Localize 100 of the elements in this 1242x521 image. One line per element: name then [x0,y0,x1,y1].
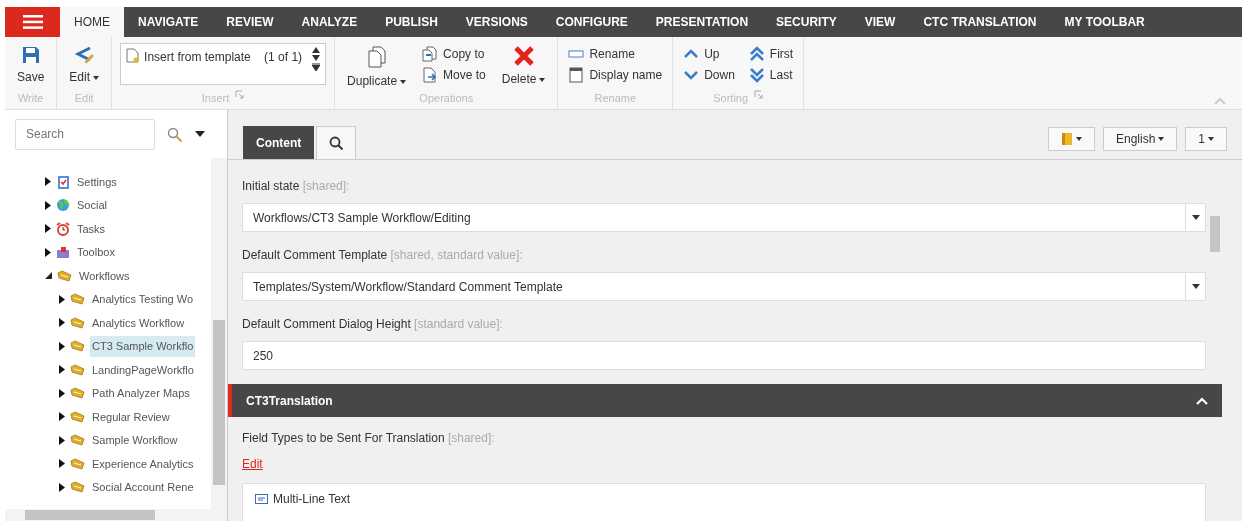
tree-item[interactable]: Analytics Workflow [90,312,187,333]
expand-arrow-icon[interactable] [59,412,65,422]
expand-arrow-icon[interactable] [59,294,65,304]
tree-item[interactable]: Path Analyzer Maps [90,383,192,404]
section-header[interactable]: CT3Translation [228,384,1222,417]
list-field[interactable]: Multi-Line Text [242,483,1206,521]
caret-icon [1158,137,1165,141]
scroll-down-icon [312,55,321,61]
section-title: CT3Translation [246,392,333,410]
ribbon-button[interactable]: Delete [497,43,550,88]
tree-item[interactable]: Toolbox [75,242,117,263]
ribbon-button[interactable]: Copy to [420,43,488,64]
input-field[interactable]: 250 [242,341,1206,370]
editor-tab[interactable]: Content [243,126,315,159]
expand-arrow-icon[interactable] [45,247,51,257]
folder-icon [70,316,85,329]
collapse-icon [1214,97,1226,105]
ribbon-tab[interactable]: MY TOOLBAR [1050,7,1159,37]
tree-item[interactable]: CT3 Sample Workflo [90,336,196,357]
ribbon-button[interactable]: Up [681,43,737,64]
tree-item[interactable]: Sample Workflow [90,430,180,451]
ribbon-tab[interactable]: NAVIGATE [124,7,213,37]
ribbon-tab[interactable]: HOME [60,7,124,37]
ribbon-button[interactable]: Save [13,43,49,86]
expand-arrow-icon[interactable] [59,435,65,445]
tree-item[interactable]: LandingPageWorkflo [90,359,196,380]
dropdown-icon [195,131,205,137]
ribbon-button[interactable]: Move to [420,64,488,85]
field-label: Default Comment Template [shared, standard value]: [242,247,524,264]
edit-link[interactable]: Edit [242,455,263,473]
dropdown-button[interactable]: English [1102,127,1178,151]
tree-item[interactable]: Social [75,195,109,216]
dropdown-button[interactable]: 1 [1185,127,1227,151]
menu-button[interactable] [5,7,60,37]
search-button[interactable] [167,125,183,143]
edit-icon [73,45,96,65]
ribbon-button[interactable]: First [746,43,796,64]
ribbon-button[interactable]: Last [746,64,796,85]
document-icon [422,66,439,83]
expand-arrow-icon[interactable] [59,388,65,398]
globe-icon [56,198,70,213]
caret-icon [1208,137,1214,141]
ribbon-tab[interactable]: PUBLISH [371,7,452,37]
group-label: Edit [74,90,94,106]
scrollbar[interactable] [211,158,227,509]
expand-arrow-icon[interactable] [45,177,51,187]
ribbon-tab[interactable]: PRESENTATION [641,7,763,37]
ribbon-tab[interactable]: VIEW [850,7,910,37]
search-field[interactable]: Search [15,118,155,150]
dropdown-button[interactable] [1047,127,1095,151]
scroll-thumb[interactable] [213,320,225,485]
ribbon-tab[interactable]: ANALYZE [287,7,372,37]
ribbon-button[interactable]: Rename [566,43,665,64]
expand-arrow-icon[interactable] [59,459,65,469]
editor-tab[interactable] [316,126,357,159]
search-icon [167,126,183,143]
expand-arrow-icon[interactable] [59,482,65,492]
dropdown-field[interactable]: Workflows/CT3 Sample Workflow/Editing [242,203,1206,232]
list-item[interactable]: Multi-Line Text [273,490,351,508]
tree-item[interactable]: Workflows [77,265,132,286]
expand-arrow-icon[interactable] [59,365,65,375]
scroll-thumb[interactable] [25,510,155,520]
ribbon-tab[interactable]: VERSIONS [451,7,542,37]
folder-icon [70,457,85,470]
folder-icon [70,293,85,306]
expanded-arrow-icon[interactable] [45,272,52,280]
double-chevron-down-icon [748,66,765,83]
folder-icon [70,481,85,494]
folder-icon [70,340,85,353]
expand-arrow-icon[interactable] [45,200,51,210]
tree-item[interactable]: Analytics Testing Wo [90,289,196,310]
gallery-item[interactable]: Insert from template (1 of 1) [121,44,308,84]
ribbon-button[interactable]: Edit [65,43,104,86]
tree-item[interactable]: Experience Analytics [90,453,196,474]
menu-icon [22,15,43,29]
dropdown-field[interactable]: Templates/System/Workflow/Standard Comment Template [242,272,1206,301]
ribbon-button[interactable]: Display name [566,64,665,85]
tree-item[interactable]: Regular Review [90,406,172,427]
save-icon [20,45,41,65]
expand-arrow-icon[interactable] [45,224,51,234]
scrollbar[interactable] [5,509,227,521]
expand-arrow-icon[interactable] [59,341,65,351]
expand-arrow-icon[interactable] [59,318,65,328]
ribbon-button[interactable]: Down [681,64,737,85]
scroll-thumb[interactable] [1210,216,1220,252]
ribbon-button[interactable]: Duplicate [343,43,411,90]
scroll-up-icon [312,47,321,53]
settings-icon [56,174,70,189]
group-label: Rename [594,90,637,106]
copy-icon [422,45,439,62]
tree-item[interactable]: Settings [75,171,119,192]
dropdown-icon [1191,215,1200,220]
ribbon-tab[interactable]: CTC TRANSLATION [909,7,1051,37]
ribbon-tab[interactable]: SECURITY [762,7,851,37]
tree-item[interactable]: Social Account Rene [90,477,196,498]
document-icon [126,48,140,63]
ribbon-tab[interactable]: REVIEW [212,7,288,37]
ribbon-tab[interactable]: CONFIGURE [541,7,642,37]
copy-icon [365,45,388,69]
tree-item[interactable]: Tasks [75,218,108,239]
